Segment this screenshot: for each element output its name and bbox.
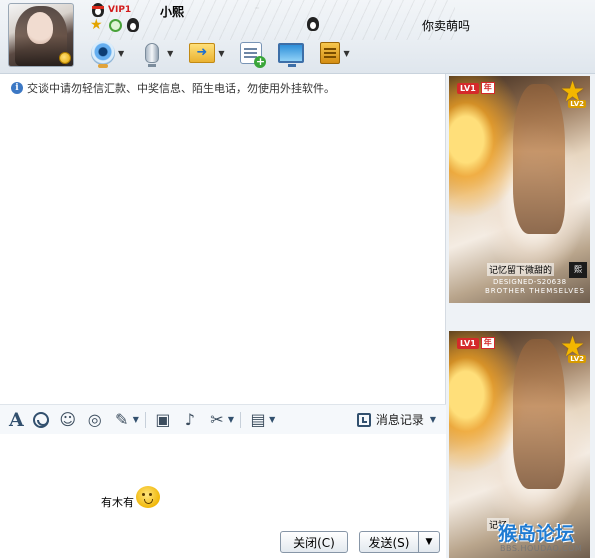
screenshot-scissors-button[interactable]: ✂	[207, 410, 227, 430]
monitor-icon	[278, 43, 305, 67]
online-status-icon	[59, 52, 71, 64]
chevron-down-icon[interactable]: ▼	[118, 49, 124, 58]
photo-caption: 记忆留下微甜的	[487, 263, 555, 276]
input-content: 有木有	[101, 486, 160, 510]
chevron-down-icon[interactable]: ▼	[133, 415, 139, 424]
watermark-text: 猴岛论坛	[498, 523, 575, 545]
qq-penguin-icon	[92, 3, 104, 17]
security-notice-text: 交谈中请勿轻信汇款、中奖信息、陌生电话，勿使用外挂软件。	[27, 82, 335, 95]
contact-show-panel: LV1 年 ★ LV2 记忆留下微甜的 熙 DESIGNED-S20638 BR…	[446, 74, 595, 558]
contact-signature: 你卖萌吗	[422, 19, 471, 33]
send-options-dropdown[interactable]: ▼	[418, 531, 440, 553]
voice-call-button[interactable]: ▼	[137, 39, 176, 67]
briefcase-button[interactable]: ▤	[248, 410, 268, 430]
year-badge: 年	[480, 337, 495, 349]
contact-avatar[interactable]	[8, 3, 74, 67]
graffiti-button[interactable]: ✎	[112, 410, 132, 430]
message-history[interactable]: i 交谈中请勿轻信汇款、中奖信息、陌生电话，勿使用外挂软件。	[0, 74, 446, 404]
level-badge: LV1	[457, 337, 479, 349]
contact-show-top[interactable]: LV1 年 ★ LV2 记忆留下微甜的 熙 DESIGNED-S20638 BR…	[449, 76, 590, 303]
chat-toolbar: ▼ ▼ ▼ ▼	[88, 38, 363, 68]
shake-window-button[interactable]: ◎	[85, 410, 105, 430]
clock-icon	[356, 412, 371, 427]
webcam-icon	[91, 41, 115, 68]
format-toolbar: A ☺ ◎ ✎ ▼ ▣ ♪ ✂ ▼ ▤ ▼ 消息记录 ▼	[0, 404, 446, 434]
level-badge: LV1	[457, 82, 479, 94]
message-input[interactable]: 有木有	[0, 434, 446, 526]
photo-figure	[513, 339, 565, 489]
photo-figure	[513, 84, 565, 234]
qzone-icon[interactable]	[109, 18, 122, 32]
music-button[interactable]: ♪	[180, 410, 200, 430]
vip-label[interactable]: VIP1	[108, 5, 131, 15]
chevron-down-icon[interactable]: ▼	[167, 49, 173, 58]
message-history-button[interactable]: 消息记录 ▼	[356, 411, 436, 428]
video-call-button[interactable]: ▼	[88, 39, 127, 68]
app-icon	[320, 42, 341, 64]
chevron-down-icon[interactable]: ▼	[343, 49, 349, 58]
level-badges: LV1 年	[457, 82, 495, 94]
level-badges: LV1 年	[457, 337, 495, 349]
magic-expression-button[interactable]: ☺	[58, 410, 78, 430]
folder-arrow-icon	[189, 43, 216, 63]
chevron-down-icon[interactable]: ▼	[228, 415, 234, 424]
star-level: LV2	[568, 355, 586, 363]
chevron-down-icon[interactable]: ▼	[430, 415, 436, 424]
header-skin-decoration	[95, 0, 455, 40]
info-icon: i	[11, 82, 23, 94]
star-level: LV2	[568, 100, 586, 108]
avatar-face	[27, 12, 53, 44]
history-label: 消息记录	[375, 413, 424, 427]
action-bar: 关闭(C) 发送(S) ▼	[0, 526, 446, 558]
contact-header: VIP1 小熙 ★ 你卖萌吗 ▼ ▼ ▼ ▼	[0, 0, 595, 74]
forum-watermark: 猴岛论坛 BBS.HOUDAO.COM	[498, 519, 593, 557]
toolbar-divider	[240, 411, 242, 428]
font-icon[interactable]: A	[9, 409, 24, 431]
contact-name: 小熙	[160, 5, 185, 19]
emoticon-button[interactable]	[31, 410, 51, 430]
star-icon[interactable]: ★	[90, 18, 104, 32]
logo-mark-icon: 熙	[569, 262, 587, 278]
smile-icon	[32, 411, 49, 428]
security-notice: i 交谈中请勿轻信汇款、中奖信息、陌生电话，勿使用外挂软件。	[11, 80, 335, 96]
send-image-button[interactable]: ▣	[153, 410, 173, 430]
group-chat-button[interactable]	[237, 39, 267, 68]
microphone-icon	[145, 43, 160, 67]
remote-assistance-button[interactable]	[275, 39, 307, 67]
toolbar-divider	[144, 411, 146, 428]
service-icons: ★	[90, 18, 139, 32]
emoji-icon	[136, 486, 160, 508]
photo-credit: DESIGNED-S20638	[493, 278, 567, 286]
chevron-down-icon[interactable]: ▼	[218, 49, 224, 58]
input-text: 有木有	[101, 496, 134, 509]
watermark-url: BBS.HOUDAO.COM	[500, 544, 583, 553]
send-button[interactable]: 发送(S)	[359, 531, 419, 553]
send-file-button[interactable]: ▼	[186, 39, 227, 67]
year-badge: 年	[480, 82, 495, 94]
close-button[interactable]: 关闭(C)	[280, 531, 348, 553]
photo-subtitle: BROTHER THEMSELVES	[485, 287, 585, 295]
vip-row: VIP1	[92, 3, 131, 17]
apps-button[interactable]: ▼	[317, 39, 352, 67]
chat-add-icon	[240, 42, 267, 68]
signature-penguin-icon	[307, 17, 319, 31]
qq-show-icon[interactable]	[127, 18, 139, 32]
chevron-down-icon[interactable]: ▼	[269, 415, 275, 424]
